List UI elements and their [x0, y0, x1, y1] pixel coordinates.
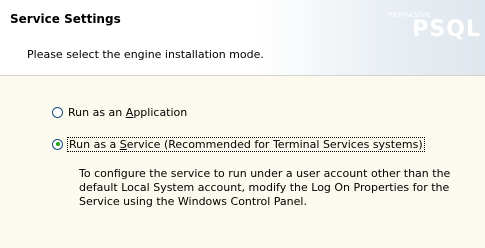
description-line: default Local System account, modify the… — [79, 181, 450, 194]
logo-product-text: PSQL — [412, 17, 481, 42]
options-panel — [0, 76, 485, 248]
psql-logo: PERVASIVE PSQL — [381, 6, 481, 50]
radio-run-as-service[interactable] — [52, 138, 63, 150]
run-as-service-option[interactable]: Run as a Service (Recommended for Termin… — [52, 136, 425, 152]
page-subtitle: Please select the engine installation mo… — [27, 48, 264, 61]
run-as-application-option[interactable]: Run as an Application — [52, 104, 187, 120]
page-title: Service Settings — [10, 12, 121, 26]
run-as-application-label[interactable]: Run as an Application — [68, 106, 187, 119]
header-panel: Service Settings Please select the engin… — [0, 0, 485, 76]
description-line: Service using the Windows Control Panel. — [79, 195, 307, 208]
radio-run-as-application[interactable] — [52, 106, 63, 118]
run-as-service-label[interactable]: Run as a Service (Recommended for Termin… — [67, 136, 425, 152]
description-line: To configure the service to run under a … — [79, 167, 451, 180]
service-description: To configure the service to run under a … — [79, 167, 485, 209]
